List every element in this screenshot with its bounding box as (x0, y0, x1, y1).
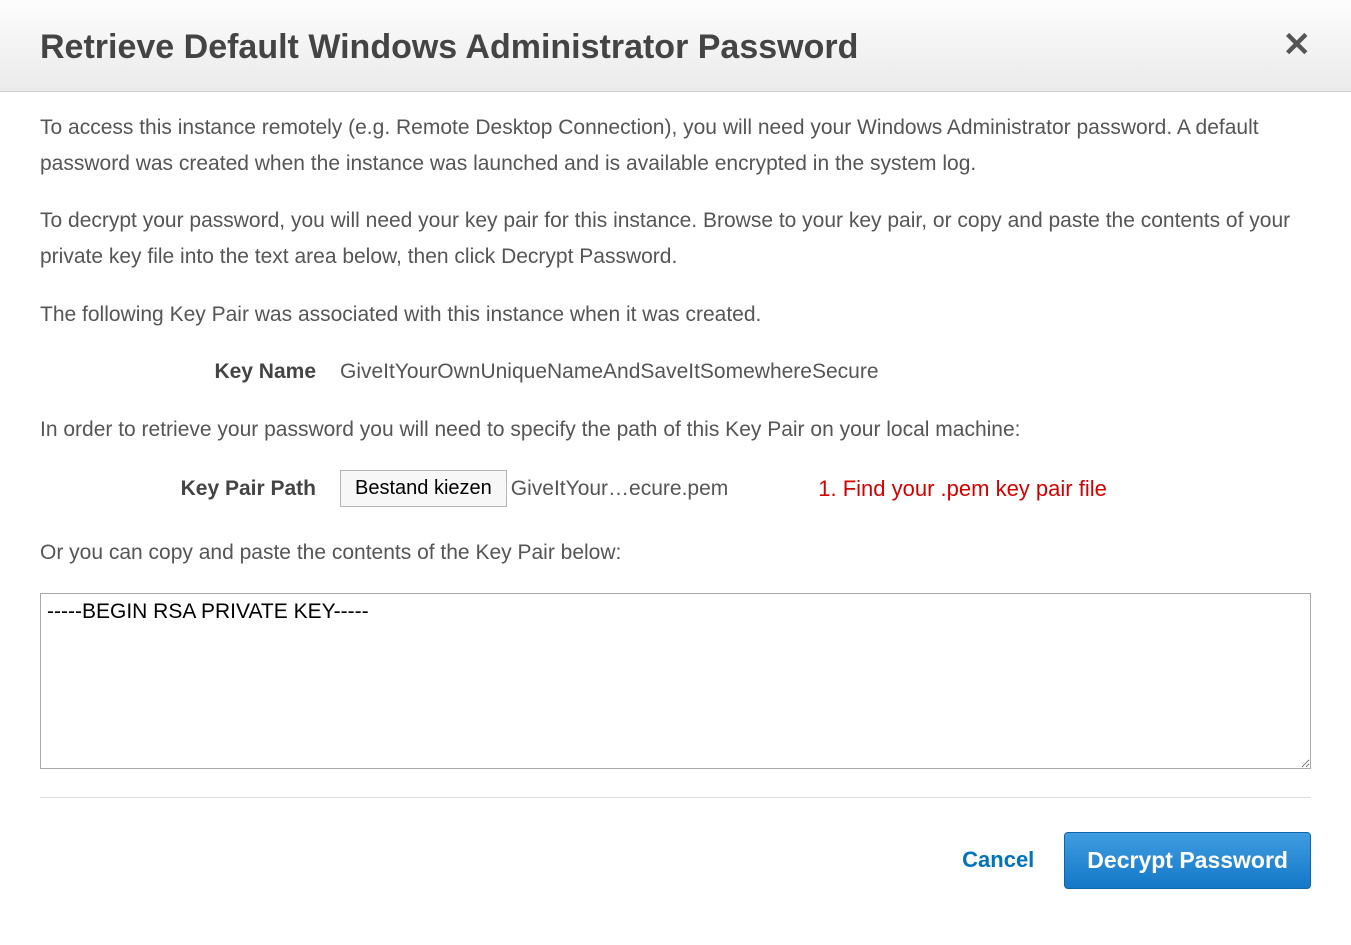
key-pair-path-instruction: In order to retrieve your password you w… (40, 412, 1311, 448)
annotation-find-pem: 1. Find your .pem key pair file (818, 476, 1107, 502)
close-icon[interactable]: ✕ (1283, 28, 1312, 62)
key-name-value: GiveItYourOwnUniqueNameAndSaveItSomewher… (340, 360, 879, 384)
selected-file-name: GiveItYour…ecure.pem (511, 477, 729, 501)
modal-footer: Cancel Decrypt Password (40, 797, 1311, 889)
key-pair-path-label: Key Pair Path (40, 477, 340, 501)
key-pair-path-row: Key Pair Path Bestand kiezen GiveItYour…… (40, 470, 1311, 507)
associated-keypair-text: The following Key Pair was associated wi… (40, 297, 1311, 333)
intro-paragraph-1: To access this instance remotely (e.g. R… (40, 110, 1311, 181)
choose-file-button[interactable]: Bestand kiezen (340, 470, 507, 507)
cancel-button[interactable]: Cancel (962, 847, 1034, 873)
modal-header: Retrieve Default Windows Administrator P… (0, 0, 1351, 92)
key-name-label: Key Name (40, 360, 340, 384)
key-name-row: Key Name GiveItYourOwnUniqueNameAndSaveI… (40, 360, 1311, 384)
private-key-textarea[interactable] (40, 593, 1311, 769)
paste-keypair-label: Or you can copy and paste the contents o… (40, 535, 1311, 571)
intro-paragraph-2: To decrypt your password, you will need … (40, 203, 1311, 274)
decrypt-password-button[interactable]: Decrypt Password (1064, 832, 1311, 889)
modal-title: Retrieve Default Windows Administrator P… (40, 28, 858, 67)
modal-body: To access this instance remotely (e.g. R… (0, 92, 1351, 775)
